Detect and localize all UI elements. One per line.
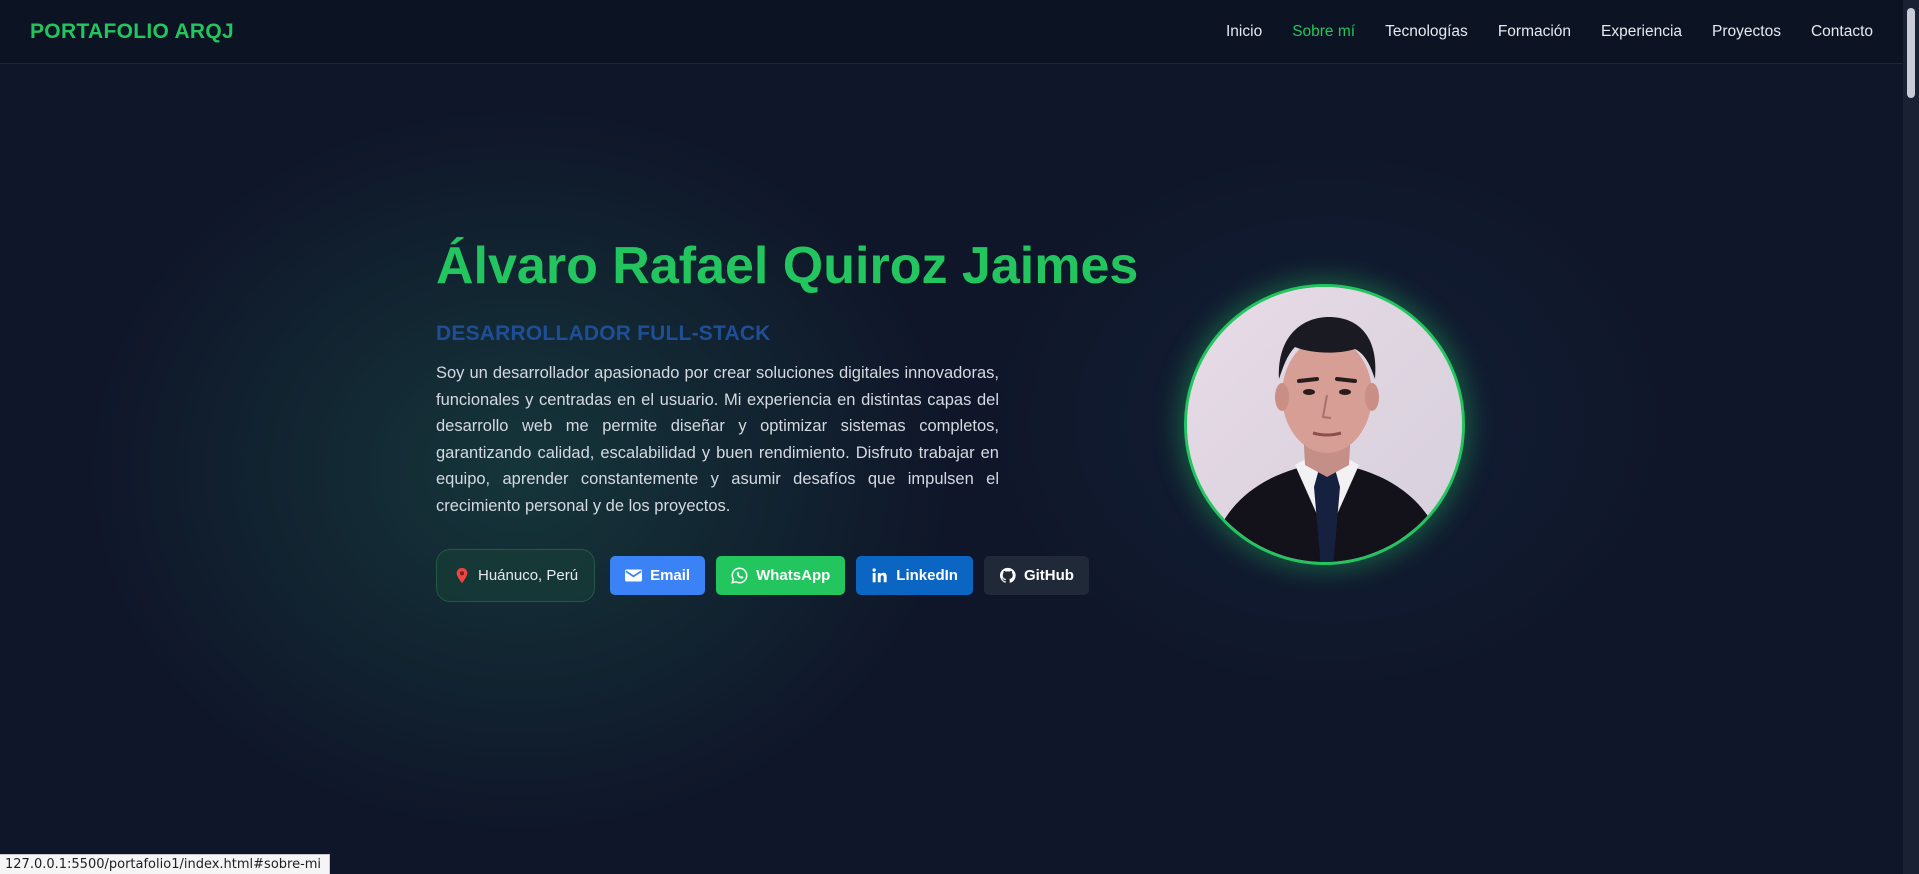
nav-link-proyectos[interactable]: Proyectos (1712, 23, 1781, 41)
nav-links: Inicio Sobre mí Tecnologías Formación Ex… (1226, 23, 1873, 41)
contact-actions: Huánuco, Perú Email WhatsApp LinkedIn Gi… (436, 549, 1136, 602)
nav-link-sobre-mi[interactable]: Sobre mí (1292, 23, 1355, 41)
mail-icon (625, 569, 643, 582)
whatsapp-button-label: WhatsApp (756, 567, 831, 584)
hero-name: Álvaro Rafael Quiroz Jaimes (436, 237, 1139, 295)
email-button[interactable]: Email (610, 556, 706, 595)
nav-link-contacto[interactable]: Contacto (1811, 23, 1873, 41)
status-bar-url: 127.0.0.1:5500/portafolio1/index.html#so… (0, 854, 331, 874)
github-button[interactable]: GitHub (983, 556, 1089, 595)
linkedin-icon (872, 568, 887, 583)
github-button-label: GitHub (1023, 567, 1074, 584)
location-text: Huánuco, Perú (478, 567, 579, 584)
hero-role: DESARROLLADOR FULL-STACK (436, 322, 771, 345)
hero-section: Álvaro Rafael Quiroz Jaimes DESARROLLADO… (436, 232, 1139, 602)
scrollbar[interactable] (1903, 0, 1919, 874)
location-badge: Huánuco, Perú (436, 549, 596, 602)
profile-photo (1184, 284, 1465, 565)
nav-link-formacion[interactable]: Formación (1498, 23, 1571, 41)
nav-link-experiencia[interactable]: Experiencia (1601, 23, 1682, 41)
github-icon (999, 567, 1016, 583)
profile-portrait (1187, 287, 1462, 562)
email-button-label: Email (650, 567, 691, 584)
nav-link-inicio[interactable]: Inicio (1226, 23, 1262, 41)
whatsapp-icon (731, 567, 748, 584)
hero-description: Soy un desarrollador apasionado por crea… (436, 364, 999, 515)
nav-link-tecnologias[interactable]: Tecnologías (1385, 23, 1468, 41)
brand-logo[interactable]: PORTAFOLIO ARQJ (30, 20, 234, 44)
navbar: PORTAFOLIO ARQJ Inicio Sobre mí Tecnolog… (0, 0, 1903, 64)
whatsapp-button[interactable]: WhatsApp (716, 556, 846, 595)
linkedin-button[interactable]: LinkedIn (856, 556, 973, 595)
pin-icon (456, 567, 468, 583)
linkedin-button-label: LinkedIn (896, 567, 958, 584)
scrollbar-thumb[interactable] (1907, 8, 1915, 98)
